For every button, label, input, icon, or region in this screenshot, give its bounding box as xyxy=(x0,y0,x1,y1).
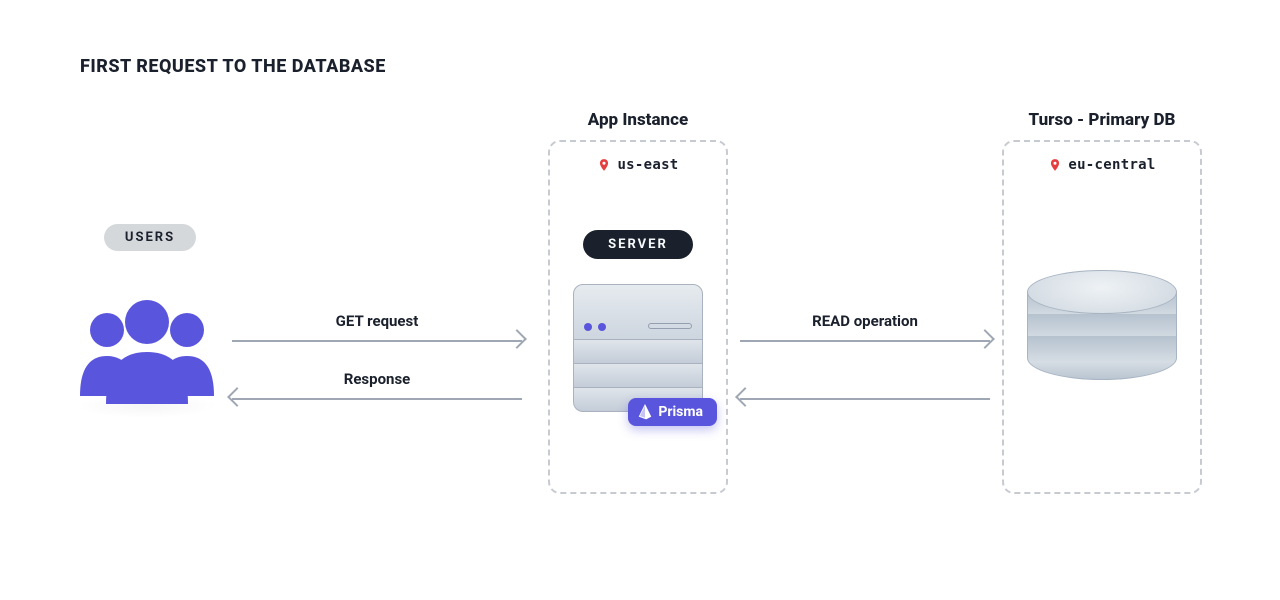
arrows-server-to-db: READ operation xyxy=(740,312,990,428)
db-region-text: eu-central xyxy=(1068,157,1155,173)
location-pin-icon xyxy=(597,156,611,174)
turso-db-box: eu-central xyxy=(1002,140,1202,494)
server-label-pill: SERVER xyxy=(583,230,693,259)
app-region-text: us-east xyxy=(617,157,678,173)
diagram-title: FIRST REQUEST TO THE DATABASE xyxy=(80,56,386,77)
users-icon xyxy=(72,278,222,418)
app-instance-heading: App Instance xyxy=(548,110,728,130)
location-pin-icon xyxy=(1048,156,1062,174)
prisma-label: Prisma xyxy=(658,404,703,420)
arrow-label-read: READ operation xyxy=(740,312,990,330)
database-icon xyxy=(1027,270,1177,380)
arrow-read-operation: READ operation xyxy=(740,312,990,370)
app-instance-box: us-east SERVER Prisma xyxy=(548,140,728,494)
server-icon: Prisma xyxy=(573,284,703,412)
arrow-response: Response xyxy=(232,370,522,428)
prisma-badge: Prisma xyxy=(628,398,717,426)
arrow-label-get: GET request xyxy=(232,312,522,330)
arrows-users-to-server: GET request Response xyxy=(232,312,522,428)
arrow-db-return xyxy=(740,370,990,428)
arrow-get-request: GET request xyxy=(232,312,522,370)
arrow-label-response: Response xyxy=(232,370,522,388)
prisma-logo-icon xyxy=(638,404,652,420)
users-label-badge: USERS xyxy=(104,224,196,251)
turso-heading: Turso - Primary DB xyxy=(1002,110,1202,130)
app-region-row: us-east xyxy=(570,156,706,174)
db-region-row: eu-central xyxy=(1024,156,1180,174)
